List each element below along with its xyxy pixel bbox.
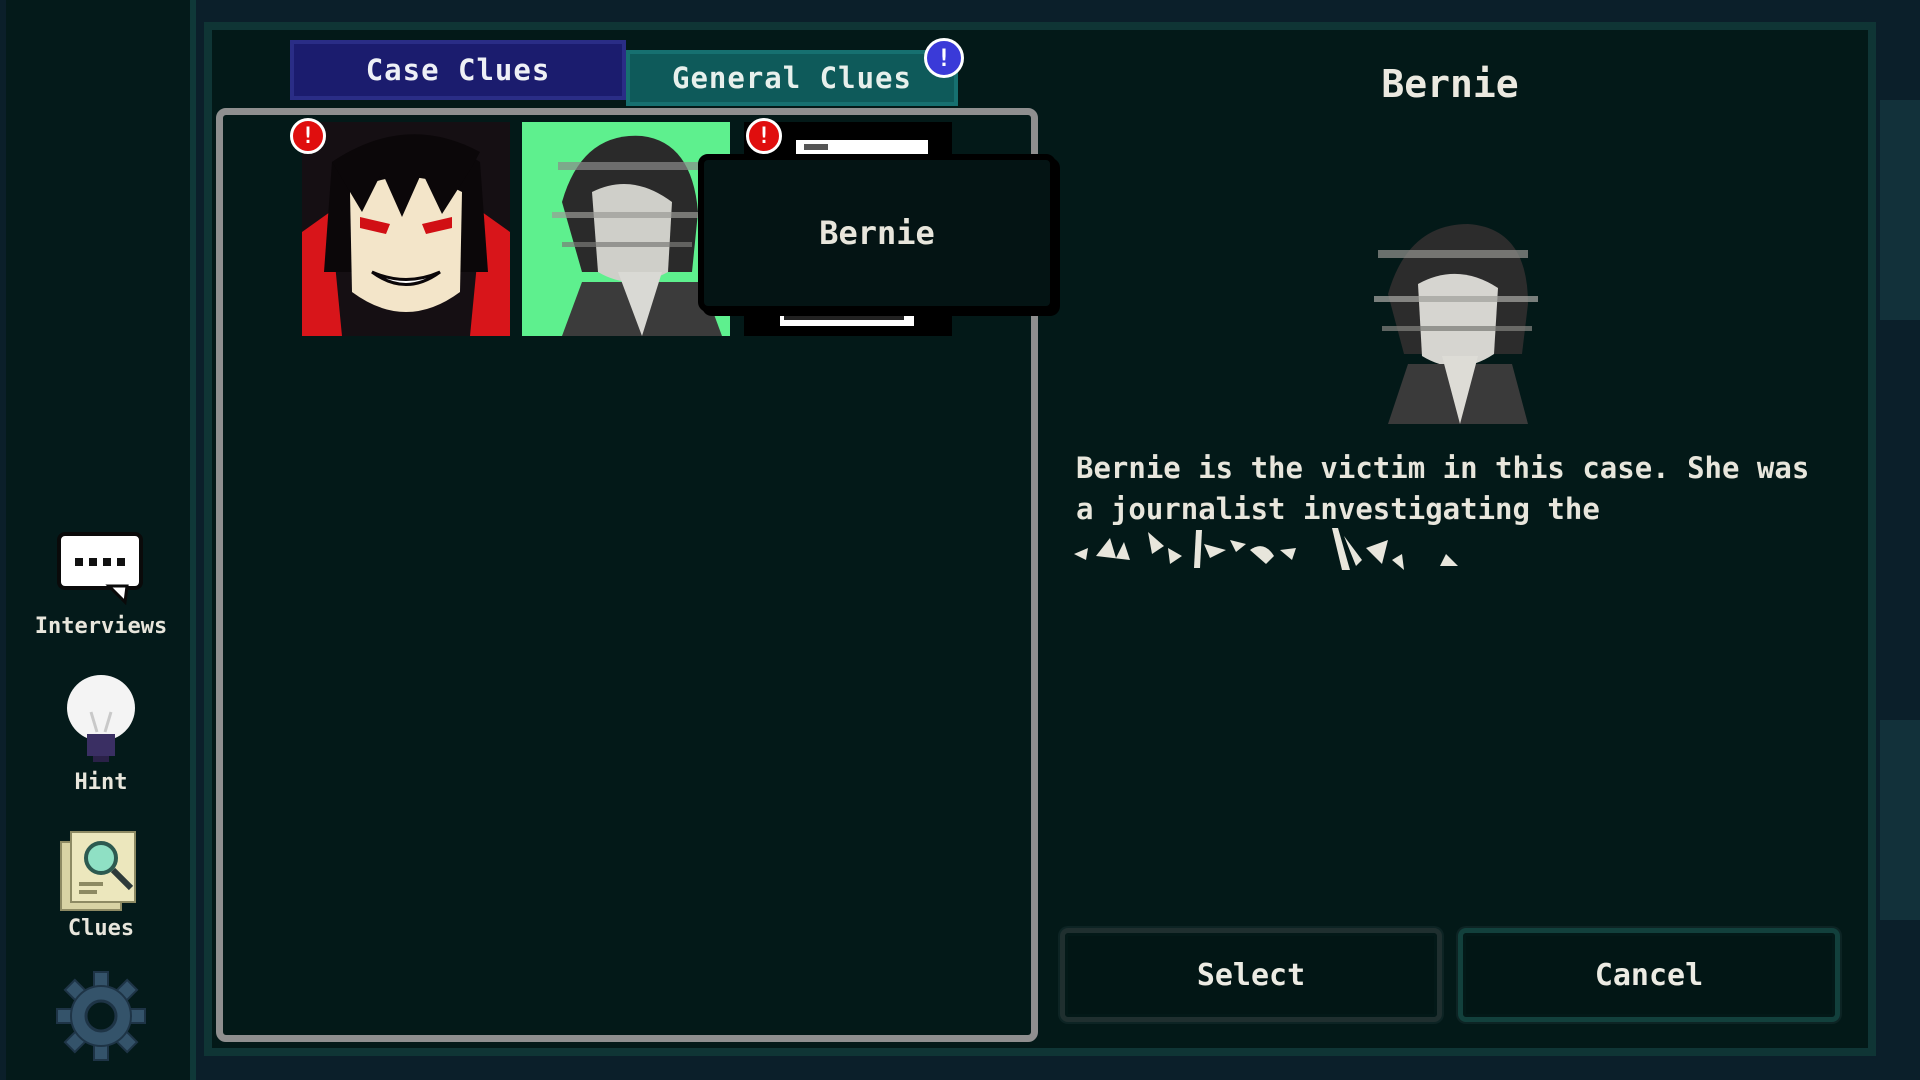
suspect-portrait — [302, 122, 510, 336]
tab-label: Case Clues — [365, 53, 551, 87]
tab-case-clues[interactable]: Case Clues — [290, 40, 626, 100]
settings-button[interactable] — [6, 970, 196, 1062]
sidebar-item-hint[interactable]: Hint — [6, 672, 196, 795]
clue-card-suspect[interactable] — [302, 122, 510, 336]
sidebar-item-clues[interactable]: Clues — [6, 824, 196, 941]
new-alert-icon: ! — [746, 118, 782, 154]
background-streak — [1880, 100, 1920, 320]
sidebar-item-label: Interviews — [34, 614, 168, 639]
cancel-button[interactable]: Cancel — [1458, 928, 1840, 1022]
tab-general-clues[interactable]: General Clues — [626, 50, 958, 106]
clue-title: Bernie — [1381, 62, 1519, 106]
new-alert-icon: ! — [924, 38, 964, 78]
clue-map-icon — [60, 831, 136, 911]
button-label: Cancel — [1594, 957, 1704, 993]
new-alert-icon: ! — [290, 118, 326, 154]
sidebar-item-label: Hint — [74, 770, 128, 795]
sidebar: Interviews Hint Clues — [6, 0, 196, 1080]
speech-bubble-icon — [57, 532, 143, 606]
sidebar-item-label: Clues — [67, 916, 135, 941]
background-streak — [1880, 720, 1920, 920]
tab-label: General Clues — [672, 61, 912, 95]
bernie-detail-portrait — [1374, 224, 1538, 424]
clue-description: Bernie is the victim in this case. She w… — [1076, 451, 1810, 526]
tooltip-text: Bernie — [819, 214, 935, 252]
button-label: Select — [1196, 957, 1306, 993]
clue-tooltip: Bernie — [698, 154, 1056, 312]
gear-icon — [56, 971, 146, 1061]
select-button[interactable]: Select — [1060, 928, 1442, 1022]
corrupted-text-glyphs — [1074, 528, 1458, 570]
sidebar-item-interviews[interactable]: Interviews — [6, 530, 196, 639]
lightbulb-icon — [67, 675, 135, 762]
